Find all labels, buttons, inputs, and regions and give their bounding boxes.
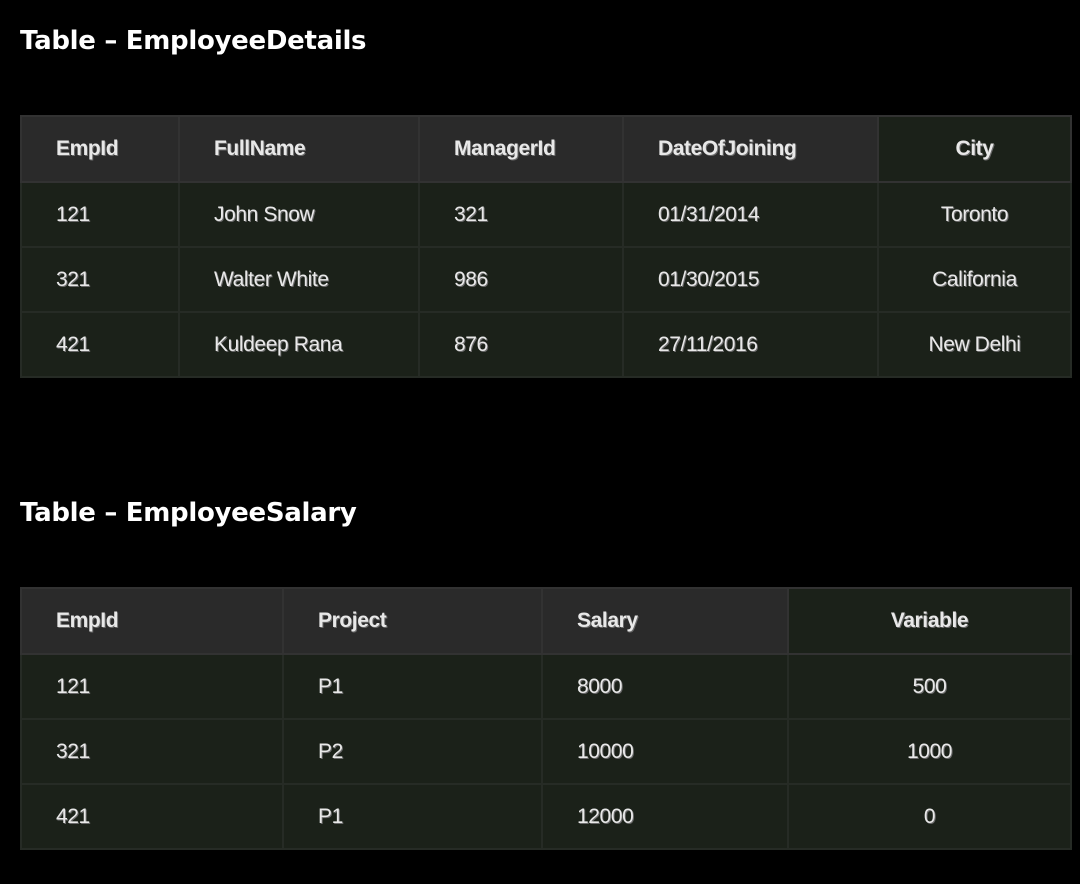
cell-variable: 1000 (787, 718, 1072, 785)
cell-empid: 321 (20, 246, 180, 313)
header-project: Project (282, 587, 543, 655)
header-salary: Salary (541, 587, 789, 655)
cell-variable: 500 (787, 653, 1072, 720)
cell-salary: 10000 (541, 718, 789, 785)
cell-city: Toronto (877, 181, 1072, 248)
header-fullname: FullName (178, 115, 420, 183)
cell-managerid: 876 (418, 311, 624, 378)
cell-dateofjoining: 01/31/2014 (622, 181, 879, 248)
table-row: 121 P1 8000 500 (20, 653, 1072, 720)
employee-details-title: Table – EmployeeDetails (20, 26, 367, 56)
cell-project: P1 (282, 783, 543, 850)
cell-city: California (877, 246, 1072, 313)
employee-salary-table: EmpId Project Salary Variable 121 P1 800… (20, 587, 1072, 850)
cell-project: P1 (282, 653, 543, 720)
cell-empid: 321 (20, 718, 284, 785)
header-empid: EmpId (20, 587, 284, 655)
cell-salary: 8000 (541, 653, 789, 720)
header-variable: Variable (787, 587, 1072, 655)
cell-empid: 121 (20, 653, 284, 720)
cell-fullname: Walter White (178, 246, 420, 313)
header-empid: EmpId (20, 115, 180, 183)
cell-managerid: 321 (418, 181, 624, 248)
table-row: 321 Walter White 986 01/30/2015 Californ… (20, 246, 1072, 313)
cell-fullname: John Snow (178, 181, 420, 248)
table-header-row: EmpId Project Salary Variable (20, 587, 1072, 655)
table-row: 121 John Snow 321 01/31/2014 Toronto (20, 181, 1072, 248)
employee-salary-title: Table – EmployeeSalary (20, 498, 357, 528)
header-managerid: ManagerId (418, 115, 624, 183)
cell-project: P2 (282, 718, 543, 785)
cell-dateofjoining: 27/11/2016 (622, 311, 879, 378)
cell-city: New Delhi (877, 311, 1072, 378)
table-header-row: EmpId FullName ManagerId DateOfJoining C… (20, 115, 1072, 183)
header-city: City (877, 115, 1072, 183)
cell-empid: 421 (20, 311, 180, 378)
cell-fullname: Kuldeep Rana (178, 311, 420, 378)
cell-dateofjoining: 01/30/2015 (622, 246, 879, 313)
table-row: 321 P2 10000 1000 (20, 718, 1072, 785)
cell-empid: 421 (20, 783, 284, 850)
table-row: 421 Kuldeep Rana 876 27/11/2016 New Delh… (20, 311, 1072, 378)
cell-variable: 0 (787, 783, 1072, 850)
employee-details-table: EmpId FullName ManagerId DateOfJoining C… (20, 115, 1072, 378)
table-row: 421 P1 12000 0 (20, 783, 1072, 850)
cell-empid: 121 (20, 181, 180, 248)
cell-salary: 12000 (541, 783, 789, 850)
header-dateofjoining: DateOfJoining (622, 115, 879, 183)
cell-managerid: 986 (418, 246, 624, 313)
